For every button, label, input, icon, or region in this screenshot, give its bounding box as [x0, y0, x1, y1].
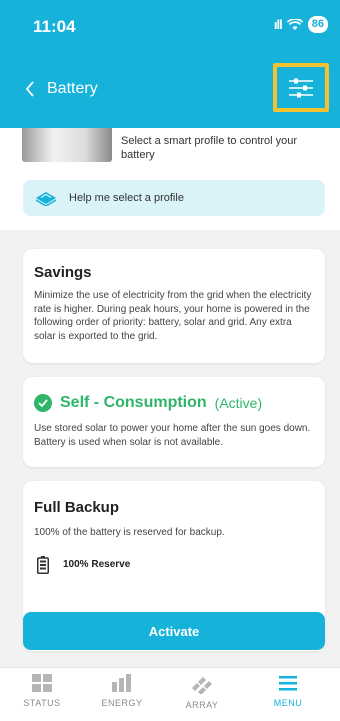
- bottom-tab-bar: STATUS ENERGY ARRAY MENU: [0, 667, 340, 721]
- reserve-info: 100% Reserve: [37, 555, 315, 574]
- active-status: (Active): [214, 395, 263, 411]
- intro-section: Select a smart profile to control your b…: [0, 128, 340, 230]
- activate-button[interactable]: Activate: [23, 612, 325, 650]
- back-button[interactable]: Battery: [25, 80, 98, 98]
- profile-card-self-consumption[interactable]: Self - Consumption (Active) Use stored s…: [23, 377, 325, 467]
- status-time: 11:04: [33, 17, 76, 36]
- help-book-icon: [35, 192, 57, 206]
- tab-status[interactable]: STATUS: [10, 674, 74, 708]
- tab-label-menu: MENU: [273, 698, 303, 708]
- signal-icon: ıll: [273, 17, 283, 32]
- menu-icon: [279, 676, 297, 691]
- full-backup-title: Full Backup: [34, 499, 120, 516]
- status-grid-icon: [32, 674, 52, 692]
- status-icons: ıll 86: [274, 16, 328, 33]
- tab-label-energy: ENERGY: [101, 698, 143, 708]
- help-label: Help me select a profile: [69, 192, 184, 204]
- profile-card-savings[interactable]: Savings Minimize the use of electricity …: [23, 249, 325, 363]
- array-panels-icon: [192, 677, 212, 694]
- self-consumption-title: Self - Consumption: [60, 394, 207, 411]
- energy-bars-icon: [112, 674, 131, 692]
- header: 11:04 ıll 86 Battery: [0, 0, 340, 128]
- chevron-left-icon: [25, 81, 34, 97]
- help-select-profile-button[interactable]: Help me select a profile: [23, 180, 325, 216]
- savings-title: Savings: [34, 264, 92, 281]
- sliders-icon: [289, 78, 313, 97]
- reserve-label: 100% Reserve: [63, 559, 131, 570]
- battery-icon: [37, 555, 49, 574]
- wifi-icon: [286, 18, 303, 30]
- battery-device-image: [22, 128, 112, 162]
- check-circle-icon: [34, 394, 52, 412]
- tab-menu[interactable]: MENU: [256, 674, 320, 708]
- self-consumption-header: Self - Consumption (Active): [34, 394, 315, 412]
- filter-settings-button[interactable]: [273, 63, 329, 112]
- tab-label-status: STATUS: [23, 698, 61, 708]
- intro-text: Select a smart profile to control your b…: [121, 135, 298, 161]
- page-title: Battery: [47, 80, 98, 97]
- self-consumption-description: Use stored solar to power your home afte…: [34, 423, 311, 448]
- full-backup-description: 100% of the battery is reserved for back…: [34, 527, 225, 538]
- tab-energy[interactable]: ENERGY: [90, 674, 154, 708]
- tab-array[interactable]: ARRAY: [170, 674, 234, 710]
- savings-description: Minimize the use of electricity from the…: [34, 290, 312, 342]
- battery-level-badge: 86: [307, 16, 328, 33]
- tab-label-array: ARRAY: [185, 700, 219, 710]
